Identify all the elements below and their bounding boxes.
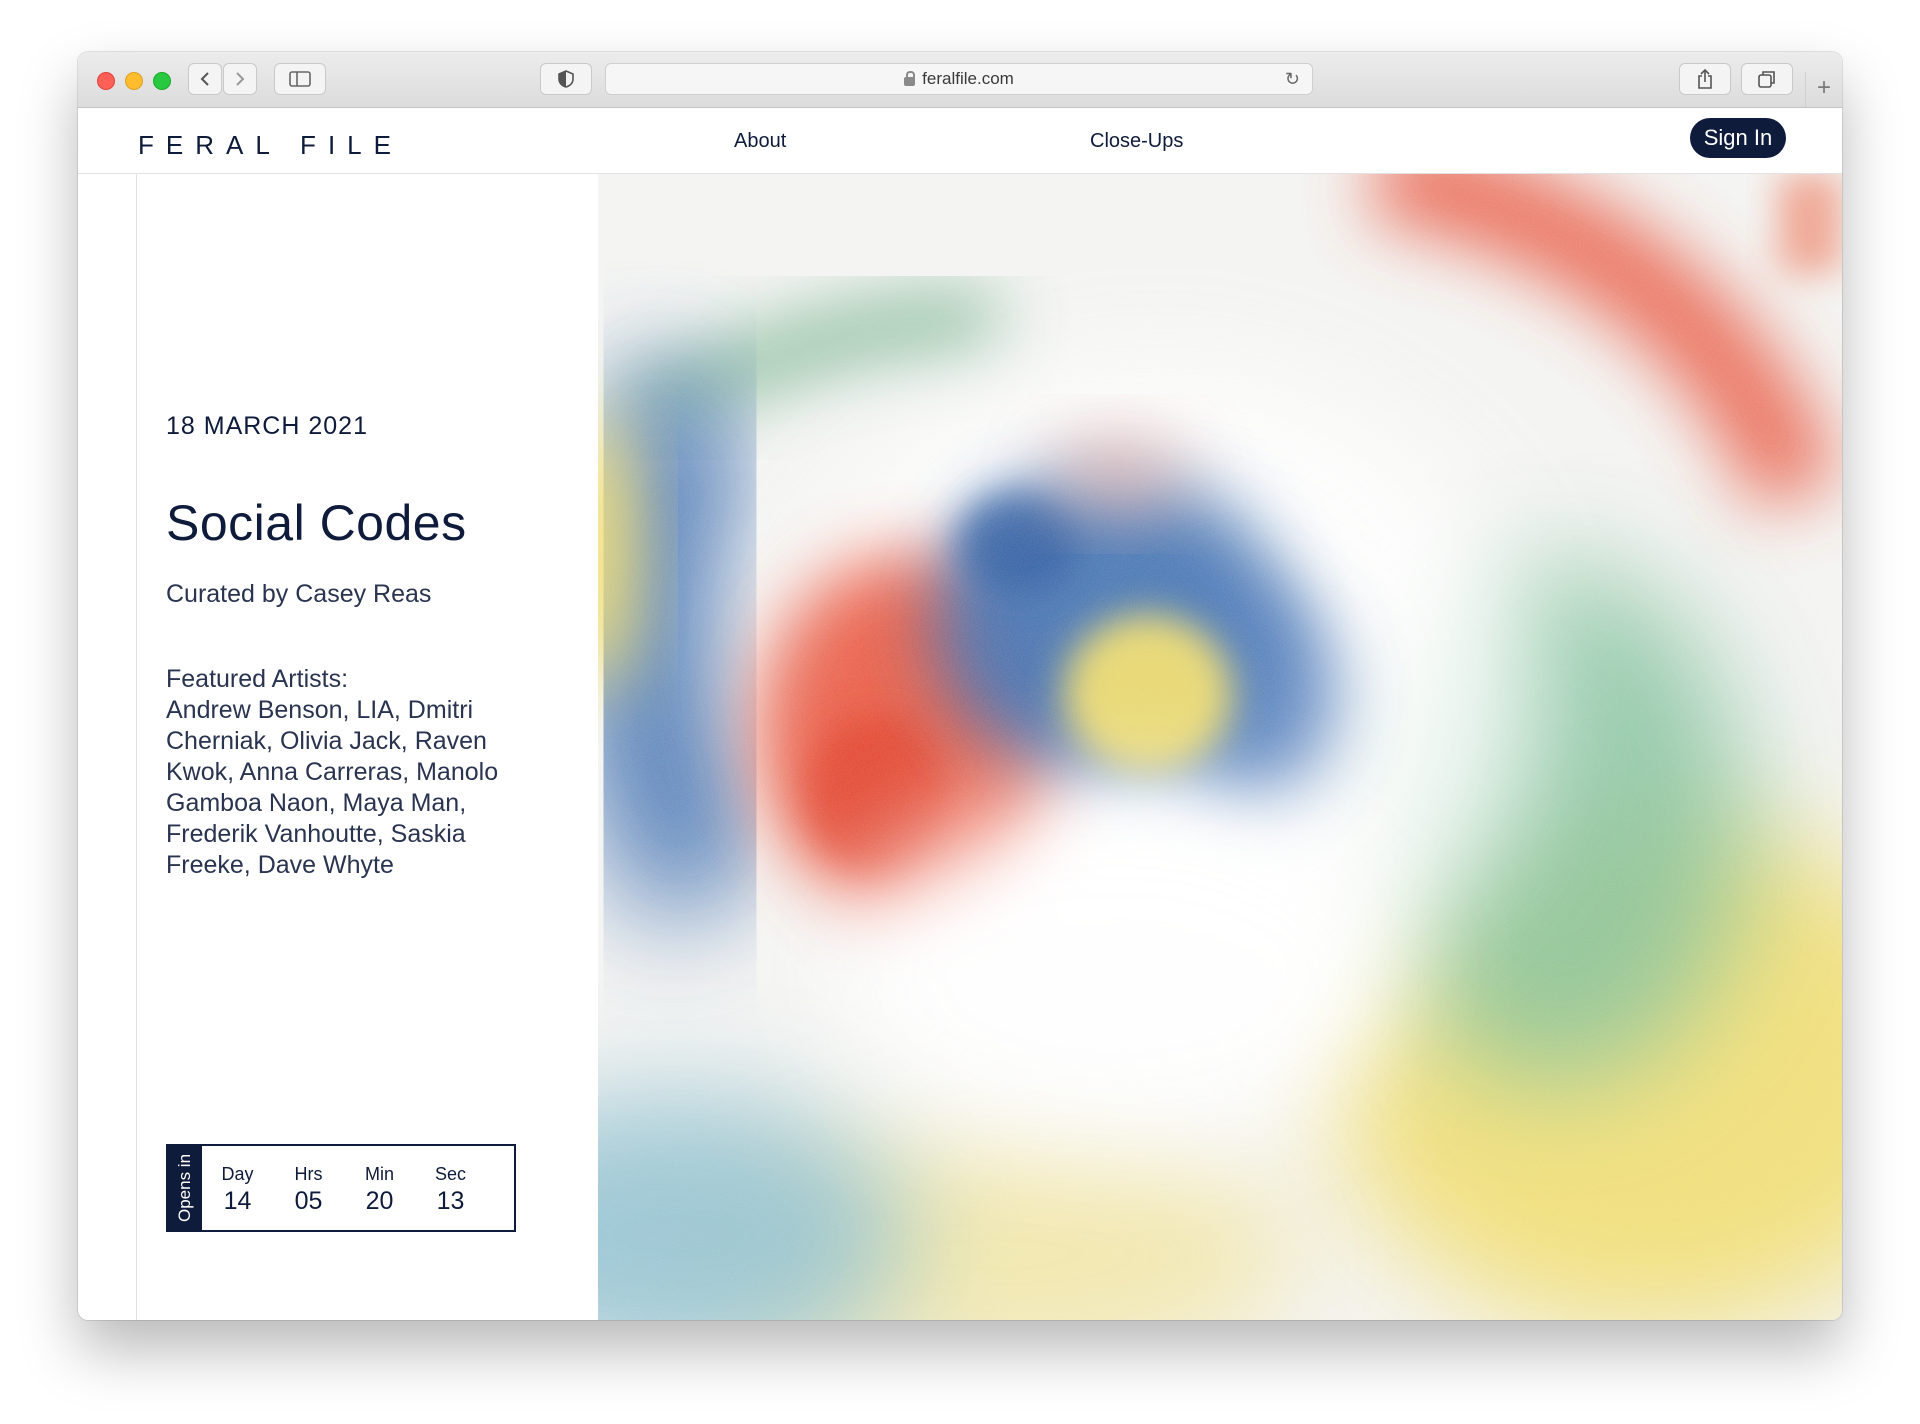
featured-artists-list: Andrew Benson, LIA, Dmitri Cherniak, Oli… [166, 696, 499, 879]
tabs-icon [1758, 71, 1775, 88]
chevron-left-icon [200, 72, 209, 86]
countdown-label: Opens in [168, 1146, 202, 1230]
exhibition-info: 18 MARCH 2021 Social Codes Curated by Ca… [166, 174, 596, 1320]
opens-in-text: Opens in [175, 1153, 194, 1223]
privacy-report-button[interactable] [540, 63, 592, 95]
countdown-unit-value: 05 [294, 1187, 323, 1215]
sidebar-icon [289, 71, 311, 87]
countdown-day: Day 14 [202, 1146, 273, 1230]
countdown-unit-value: 13 [436, 1187, 465, 1215]
exhibition-artwork[interactable] [598, 174, 1842, 1320]
nav-close-ups-link[interactable]: Close-Ups [1090, 130, 1183, 153]
tab-overview-button[interactable] [1741, 63, 1793, 95]
reload-icon[interactable]: ↻ [1285, 69, 1300, 90]
address-bar[interactable]: feralfile.com ↻ [605, 63, 1313, 95]
nav-about-link[interactable]: About [734, 130, 786, 153]
minimize-window-button[interactable] [125, 72, 143, 90]
address-bar-url: feralfile.com [922, 69, 1014, 88]
site-header: FERAL FILE About Close-Ups [78, 108, 1842, 174]
divider [136, 174, 137, 1320]
chevron-right-icon [236, 72, 245, 86]
close-window-button[interactable] [97, 72, 115, 90]
countdown-unit-label: Day [221, 1164, 254, 1184]
artwork-image [598, 174, 1842, 1320]
countdown-unit-label: Hrs [294, 1164, 323, 1184]
plus-icon: + [1816, 74, 1831, 101]
feral-file-logo[interactable]: FERAL FILE [138, 130, 403, 161]
exhibition-date: 18 MARCH 2021 [166, 412, 368, 440]
countdown-hours: Hrs 05 [273, 1146, 344, 1230]
share-button[interactable] [1679, 63, 1731, 95]
countdown-unit-value: 14 [223, 1187, 252, 1215]
countdown-seconds: Sec 13 [415, 1146, 486, 1230]
countdown-minutes: Min 20 [344, 1146, 415, 1230]
sidebar-toggle-button[interactable] [274, 63, 326, 95]
sign-in-button[interactable]: Sign In [1690, 118, 1786, 158]
curator-line: Curated by Casey Reas [166, 580, 432, 608]
new-tab-button[interactable]: + [1805, 72, 1842, 107]
countdown-unit-value: 20 [365, 1187, 394, 1215]
featured-artists: Featured Artists: Andrew Benson, LIA, Dm… [166, 664, 546, 881]
forward-button[interactable] [223, 63, 257, 95]
lock-icon [904, 70, 916, 86]
countdown-unit-label: Sec [434, 1164, 467, 1184]
featured-artists-heading: Featured Artists: [166, 665, 349, 693]
exhibition-title: Social Codes [166, 495, 467, 551]
share-icon [1698, 69, 1712, 89]
countdown-unit-label: Min [364, 1164, 394, 1184]
countdown-timer: Opens in Day 14 Hrs 05 Min 20 Sec 13 [166, 1144, 516, 1232]
browser-window: feralfile.com ↻ + FERAL FILE About Close… [78, 52, 1842, 1320]
browser-toolbar: feralfile.com ↻ + [78, 52, 1842, 108]
shield-icon [558, 70, 574, 88]
zoom-window-button[interactable] [153, 72, 171, 90]
back-button[interactable] [188, 63, 222, 95]
